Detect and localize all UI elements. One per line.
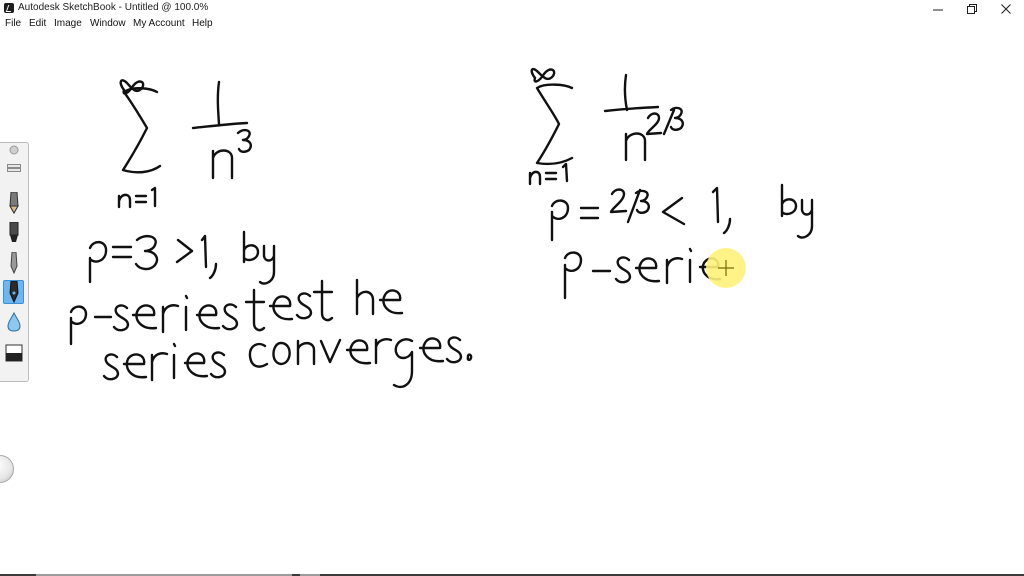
ink-line-p-eq-two-thirds bbox=[550, 183, 814, 242]
ink-line-p-series-test bbox=[69, 278, 404, 346]
restore-icon bbox=[967, 3, 977, 14]
ink-infinity-right bbox=[530, 67, 556, 83]
ink-line-p-eq-3 bbox=[88, 230, 276, 285]
eraser-icon bbox=[5, 344, 22, 362]
marker-icon bbox=[9, 222, 18, 242]
drawing-canvas[interactable] bbox=[0, 32, 1024, 574]
palette-collapse-button[interactable] bbox=[3, 145, 24, 155]
ink-fraction-right bbox=[603, 73, 684, 162]
menu-file[interactable]: File bbox=[5, 18, 21, 29]
ink-line-series-converges bbox=[102, 336, 473, 389]
tool-marker[interactable] bbox=[3, 221, 24, 245]
menu-help[interactable]: Help bbox=[192, 18, 213, 29]
window-title: Autodesk SketchBook - Untitled @ 100.0% bbox=[18, 2, 209, 13]
pen-icon bbox=[9, 252, 18, 274]
tool-pencil[interactable] bbox=[3, 191, 24, 215]
ink-pen-icon bbox=[8, 281, 19, 303]
menu-bar: File Edit Image Window My Account Help bbox=[0, 17, 1024, 32]
toolbar-grip-icon bbox=[6, 164, 21, 172]
tool-ink-pen[interactable] bbox=[3, 280, 24, 304]
brush-palette bbox=[0, 142, 29, 382]
minimize-icon bbox=[933, 9, 943, 10]
water-drop-icon bbox=[6, 312, 21, 332]
menu-window[interactable]: Window bbox=[90, 18, 126, 29]
ink-fraction-left bbox=[191, 80, 252, 180]
palette-grip[interactable] bbox=[3, 161, 24, 175]
sketchbook-app-icon bbox=[4, 3, 14, 13]
cursor-highlight bbox=[706, 248, 746, 288]
menu-image[interactable]: Image bbox=[54, 18, 82, 29]
ink-n-eq-1-left bbox=[117, 186, 157, 209]
ink-sigma-right bbox=[535, 83, 574, 166]
close-icon bbox=[1001, 3, 1011, 14]
ink-n-eq-1-right bbox=[528, 162, 569, 186]
title-bar: Autodesk SketchBook - Untitled @ 100.0% bbox=[0, 0, 1024, 17]
minimize-button[interactable] bbox=[921, 0, 955, 17]
pencil-icon bbox=[8, 192, 19, 214]
ink-sigma-left bbox=[121, 87, 162, 174]
ink-line-p-serie bbox=[563, 247, 722, 300]
handwritten-ink bbox=[69, 67, 814, 389]
menu-edit[interactable]: Edit bbox=[29, 18, 46, 29]
tool-eraser[interactable] bbox=[3, 341, 24, 365]
tool-water-drop[interactable] bbox=[3, 310, 24, 334]
restore-button[interactable] bbox=[955, 0, 989, 17]
close-button[interactable] bbox=[989, 0, 1023, 17]
collapse-handle-icon bbox=[9, 145, 18, 155]
tool-pen[interactable] bbox=[3, 251, 24, 275]
menu-my-account[interactable]: My Account bbox=[133, 18, 185, 29]
